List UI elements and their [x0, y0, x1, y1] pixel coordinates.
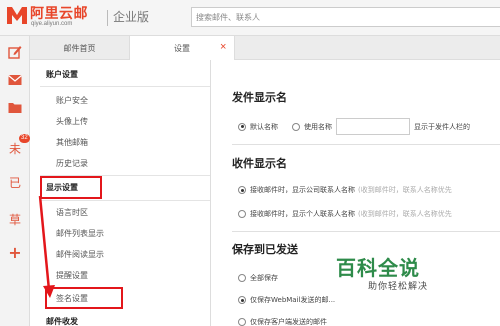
save-all-radio[interactable] — [238, 274, 246, 282]
receive-company-label: 接收邮件时，显示公司联系人名称 — [250, 186, 355, 194]
save-client-label: 仅保存客户端发送的邮件 — [250, 318, 327, 326]
use-name-radio[interactable] — [292, 122, 300, 131]
section-save-sent-title: 保存到已发送 — [232, 243, 298, 256]
save-webmail-radio[interactable] — [238, 296, 246, 304]
receive-personal-label: 接收邮件时，显示个人联系人名称 — [250, 210, 355, 218]
save-client-radio[interactable] — [238, 318, 246, 326]
sender-name-hint: 显示于发件人栏的 — [414, 122, 470, 131]
watermark-subtitle: 助你轻松解决 — [368, 282, 429, 292]
section-divider — [232, 144, 500, 145]
receive-company-row: 接收邮件时，显示公司联系人名称 (收到邮件时，联系人名称优先 — [238, 185, 452, 195]
sender-name-input[interactable] — [336, 118, 410, 135]
sender-name-row: 默认名称 使用名称 显示于发件人栏的 — [238, 118, 470, 135]
default-name-label: 默认名称 — [250, 122, 278, 131]
save-webmail-row: 仅保存WebMail发送的邮... — [238, 295, 335, 305]
settings-main: 发件显示名 默认名称 使用名称 显示于发件人栏的 收件显示名 接收邮件时，显示公… — [211, 60, 500, 326]
receive-company-hint: (收到邮件时，联系人名称优先 — [358, 186, 452, 194]
section-divider — [232, 231, 500, 232]
save-webmail-label: 仅保存WebMail发送的邮... — [250, 296, 336, 304]
default-name-radio[interactable] — [238, 122, 246, 131]
use-name-label: 使用名称 — [304, 122, 332, 131]
save-client-row: 仅保存客户端发送的邮件 — [238, 317, 327, 326]
section-sender-name-title: 发件显示名 — [232, 91, 287, 104]
receive-personal-row: 接收邮件时，显示个人联系人名称 (收到邮件时，联系人名称优先 — [238, 209, 452, 219]
watermark-title: 百科全说 — [336, 256, 420, 280]
section-receiver-name-title: 收件显示名 — [232, 157, 287, 170]
receive-personal-hint: (收到邮件时，联系人名称优先 — [358, 210, 452, 218]
receive-personal-radio[interactable] — [238, 210, 246, 218]
save-all-label: 全部保存 — [250, 274, 278, 282]
receive-company-radio[interactable] — [238, 186, 246, 194]
save-all-row: 全部保存 — [238, 273, 278, 283]
